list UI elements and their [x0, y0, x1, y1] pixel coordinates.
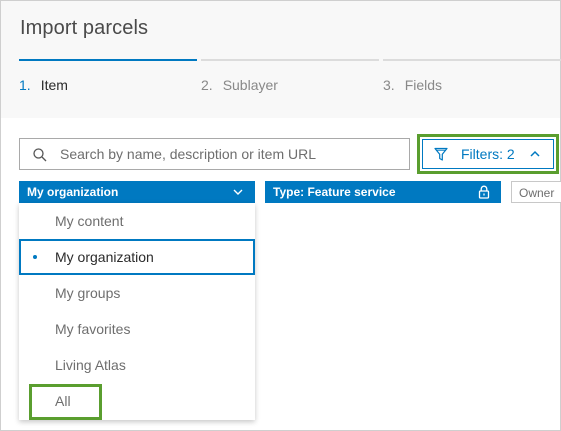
scope-dropdown-label: My organization — [27, 185, 119, 199]
type-filter-label: Type: Feature service — [273, 185, 396, 199]
step-item[interactable]: 1. Item — [19, 77, 68, 93]
filters-button[interactable]: Filters: 2 — [422, 139, 554, 169]
type-filter-chip[interactable]: Type: Feature service — [265, 181, 501, 203]
owner-filter-label: Owner — [519, 186, 555, 200]
dialog-title: Import parcels — [20, 17, 149, 39]
search-input[interactable] — [60, 139, 405, 169]
menu-item-label: My groups — [55, 285, 121, 301]
step-number: 3. — [383, 77, 395, 93]
search-box[interactable] — [19, 138, 410, 170]
selected-dot-icon — [33, 255, 37, 259]
menu-item-my-organization[interactable]: My organization — [19, 239, 255, 275]
step-number: 1. — [19, 77, 31, 93]
menu-item-my-favorites[interactable]: My favorites — [19, 311, 255, 347]
step-label: Sublayer — [222, 77, 278, 93]
step-label: Fields — [404, 77, 443, 93]
menu-item-label: My content — [55, 213, 124, 229]
menu-item-living-atlas[interactable]: Living Atlas — [19, 347, 255, 383]
step-label: Item — [40, 77, 68, 93]
step-progress-bar-fields — [383, 59, 561, 61]
scope-dropdown[interactable]: My organization — [19, 181, 255, 203]
search-icon — [33, 148, 47, 162]
menu-item-label: My organization — [55, 249, 154, 265]
step-sublayer[interactable]: 2. Sublayer — [201, 77, 278, 93]
step-fields[interactable]: 3. Fields — [383, 77, 442, 93]
step-progress-bar-sublayer — [201, 59, 379, 61]
filter-icon — [434, 147, 448, 161]
menu-item-my-content[interactable]: My content — [19, 203, 255, 239]
step-progress-bar-item — [19, 59, 197, 61]
all-callout-highlight — [29, 384, 102, 420]
lock-icon — [478, 185, 490, 199]
menu-item-my-groups[interactable]: My groups — [19, 275, 255, 311]
owner-filter-chip[interactable]: Owner — [511, 181, 561, 203]
step-number: 2. — [201, 77, 213, 93]
filters-label: Filters: 2 — [461, 146, 515, 162]
menu-item-label: Living Atlas — [55, 357, 126, 373]
chevron-up-icon — [530, 150, 540, 157]
chevron-down-icon — [233, 189, 243, 195]
menu-item-label: My favorites — [55, 321, 131, 337]
